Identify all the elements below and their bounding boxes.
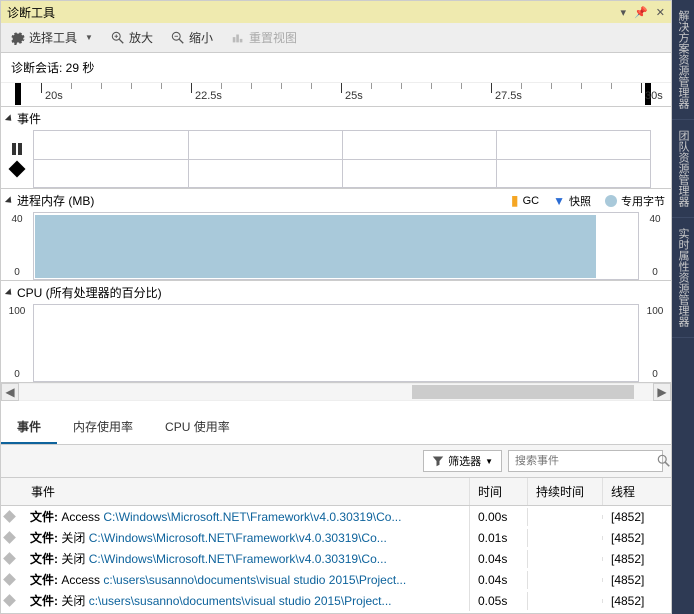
thread-cell: [4852] (603, 508, 671, 526)
window-menu-icon[interactable]: ▾ (621, 6, 627, 19)
side-tab[interactable]: 实时属性资源管理器 (672, 218, 694, 338)
side-tab[interactable]: 团队资源管理器 (672, 120, 694, 218)
memory-y-axis-left: 400 (1, 212, 33, 280)
memory-y-axis-right: 400 (639, 212, 671, 280)
event-type-icon (3, 552, 16, 565)
memory-section: 进程内存 (MB) ▮GC ▼快照 专用字节 400 400 (1, 189, 671, 281)
events-chart[interactable] (33, 130, 651, 188)
duration-cell (528, 557, 603, 561)
events-section-title: 事件 (17, 110, 41, 127)
funnel-icon (432, 455, 444, 467)
side-tab[interactable]: 解决方案资源管理器 (672, 0, 694, 120)
event-type-icon (3, 510, 16, 523)
cpu-section: CPU (所有处理器的百分比) 1000 1000 (1, 281, 671, 383)
zoom-out-button[interactable]: 缩小 (167, 27, 217, 48)
legend-gc: ▮GC (511, 192, 539, 209)
legend-snapshot: ▼快照 (553, 193, 591, 209)
tab-memory[interactable]: 内存使用率 (57, 411, 149, 444)
event-type-icon (3, 573, 16, 586)
time-cell: 0.01s (470, 529, 528, 547)
event-cell: 文件: 关闭 C:\Windows\Microsoft.NET\Framewor… (22, 548, 470, 569)
col-header-duration[interactable]: 持续时间 (528, 478, 603, 505)
collapse-icon[interactable] (5, 288, 14, 297)
time-cell: 0.04s (470, 550, 528, 568)
session-info: 诊断会话: 29 秒 (1, 53, 671, 83)
title-bar: 诊断工具 ▾ 📌 ✕ (1, 1, 671, 23)
filter-button[interactable]: 筛选器▼ (423, 450, 502, 472)
reset-view-button[interactable]: 重置视图 (227, 27, 301, 48)
detail-tabs: 事件 内存使用率 CPU 使用率 (1, 401, 671, 445)
events-table-body: 文件: Access C:\Windows\Microsoft.NET\Fram… (1, 506, 671, 613)
time-ruler[interactable]: 20s22.5s25s27.5s30s (1, 83, 671, 107)
table-row[interactable]: 文件: Access C:\Windows\Microsoft.NET\Fram… (1, 506, 671, 527)
tab-cpu[interactable]: CPU 使用率 (149, 411, 246, 444)
cpu-y-axis-right: 1000 (639, 304, 671, 382)
event-cell: 文件: Access C:\Windows\Microsoft.NET\Fram… (22, 506, 470, 527)
zoom-in-icon (111, 31, 125, 45)
gear-icon (11, 31, 25, 45)
event-type-icon (3, 594, 16, 607)
scroll-left-arrow[interactable]: ◀ (1, 383, 19, 401)
zoom-out-icon (171, 31, 185, 45)
event-marker-icon[interactable] (9, 161, 26, 178)
col-header-thread[interactable]: 线程 (603, 478, 671, 505)
select-tool-button[interactable]: 选择工具 (7, 27, 97, 48)
search-icon[interactable] (657, 454, 671, 468)
table-row[interactable]: 文件: 关闭 C:\Windows\Microsoft.NET\Framewor… (1, 548, 671, 569)
scroll-thumb[interactable] (412, 385, 634, 399)
close-icon[interactable]: ✕ (656, 6, 665, 19)
time-cell: 0.00s (470, 508, 528, 526)
col-header-event[interactable]: 事件 (1, 478, 470, 505)
duration-cell (528, 599, 603, 603)
cpu-y-axis-left: 1000 (1, 304, 33, 382)
ruler-start-cap (15, 83, 21, 105)
memory-section-title: 进程内存 (MB) (17, 192, 94, 209)
thread-cell: [4852] (603, 529, 671, 547)
thread-cell: [4852] (603, 592, 671, 610)
event-type-icon (3, 531, 16, 544)
filter-row: 筛选器▼ ▾ (1, 445, 671, 478)
collapse-icon[interactable] (5, 196, 14, 205)
event-cell: 文件: Access c:\users\susanno\documents\vi… (22, 569, 470, 590)
legend-private-bytes: 专用字节 (605, 193, 665, 209)
window-title: 诊断工具 (7, 4, 621, 21)
scroll-right-arrow[interactable]: ▶ (653, 383, 671, 401)
search-input[interactable] (515, 455, 657, 467)
thread-cell: [4852] (603, 571, 671, 589)
cpu-section-title: CPU (所有处理器的百分比) (17, 284, 162, 301)
zoom-in-button[interactable]: 放大 (107, 27, 157, 48)
events-section: 事件 (1, 107, 671, 189)
duration-cell (528, 578, 603, 582)
col-header-time[interactable]: 时间 (470, 478, 528, 505)
thread-cell: [4852] (603, 550, 671, 568)
time-cell: 0.05s (470, 592, 528, 610)
pin-icon[interactable]: 📌 (634, 6, 648, 19)
event-cell: 文件: 关闭 C:\Windows\Microsoft.NET\Framewor… (22, 527, 470, 548)
events-table-header: 事件 时间 持续时间 线程 (1, 478, 671, 506)
ide-side-tabs: 解决方案资源管理器团队资源管理器实时属性资源管理器 (672, 0, 694, 614)
duration-cell (528, 515, 603, 519)
event-cell: 文件: 关闭 c:\users\susanno\documents\visual… (22, 590, 470, 611)
memory-chart[interactable] (33, 212, 639, 280)
collapse-icon[interactable] (5, 114, 14, 123)
table-row[interactable]: 文件: 关闭 C:\Windows\Microsoft.NET\Framewor… (1, 527, 671, 548)
toolbar: 选择工具 放大 缩小 重置视图 (1, 23, 671, 53)
time-cell: 0.04s (470, 571, 528, 589)
horizontal-scrollbar[interactable]: ◀ ▶ (1, 383, 671, 401)
table-row[interactable]: 文件: 关闭 c:\users\susanno\documents\visual… (1, 590, 671, 611)
search-box[interactable]: ▾ (508, 450, 663, 472)
cpu-chart[interactable] (33, 304, 639, 382)
memory-fill-area (35, 215, 596, 278)
tab-events[interactable]: 事件 (1, 411, 57, 444)
pause-icon[interactable] (12, 143, 22, 155)
duration-cell (528, 536, 603, 540)
table-row[interactable]: 文件: Access c:\users\susanno\documents\vi… (1, 569, 671, 590)
reset-view-icon (231, 31, 245, 45)
diagnostic-tools-panel: 诊断工具 ▾ 📌 ✕ 选择工具 放大 缩小 重置视图 诊断会话: 29 秒 20… (0, 0, 672, 614)
